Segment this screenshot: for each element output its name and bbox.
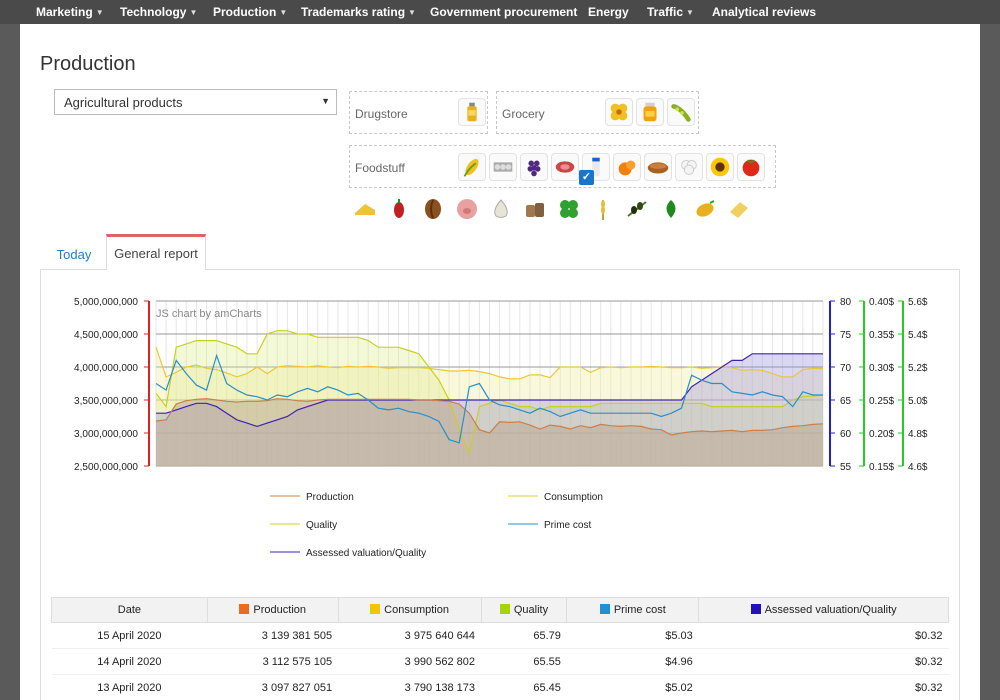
header-consumption[interactable]: Consumption [337,597,482,623]
table-row: 14 April 2020 3 112 575 105 3 990 562 80… [51,648,949,675]
cell-date: 14 April 2020 [51,648,208,675]
cell-production: 3 139 381 505 [207,622,339,649]
right-axis-prime-cost-tick-label: 5.0$ [908,396,928,407]
right-axis-assessed-tick-label: 0.35$ [869,330,894,341]
cell-assessed: $0.32 [698,648,949,675]
cell-prime-cost: $5.03 [566,622,699,649]
prime-cost-color-dot [599,604,610,614]
cell-quality: 65.45 [481,674,567,700]
right-axis-quality-tick-label: 80 [840,297,852,308]
chart-watermark: JS chart by amCharts [156,308,262,320]
legend-prime-cost[interactable]: Prime cost [544,520,591,531]
cell-quality: 65.79 [481,622,567,649]
quality-color-dot [499,604,510,614]
cell-consumption: 3 990 562 802 [338,648,481,675]
cell-date: 15 April 2020 [51,622,208,649]
header-date[interactable]: Date [51,597,208,623]
cell-quality: 65.55 [481,648,567,675]
assessed-color-dot [750,604,761,614]
right-axis-assessed-tick-label: 0.20$ [869,429,894,440]
right-axis-prime-cost-tick-label: 5.4$ [908,330,928,341]
left-axis-tick-label: 2,500,000,000 [74,462,138,473]
right-axis-quality-tick-label: 60 [840,429,852,440]
header-prime-cost[interactable]: Prime cost [566,597,700,623]
right-axis-assessed-tick-label: 0.15$ [869,462,894,473]
cell-production: 3 097 827 051 [207,674,339,700]
header-production[interactable]: Production [206,597,339,623]
cell-assessed: $0.32 [698,622,949,649]
table-header-row: Date Production Consumption Quality Prim… [51,597,949,623]
consumption-color-dot [370,604,381,614]
right-axis-prime-cost-tick-label: 4.8$ [908,429,928,440]
cell-prime-cost: $4.96 [566,648,699,675]
tab-general-report[interactable]: General report [106,234,206,270]
left-axis-tick-label: 3,000,000,000 [74,429,138,440]
legend-assessed[interactable]: Assessed valuation/Quality [306,548,426,559]
legend-quality[interactable]: Quality [306,520,337,531]
right-axis-quality-tick-label: 70 [840,363,852,374]
legend-consumption[interactable]: Consumption [544,492,603,503]
cell-consumption: 3 790 138 173 [338,674,481,700]
right-axis-quality-tick-label: 75 [840,330,852,341]
production-chart: 5,000,000,000 4,500,000,000 4,000,000,000 3… [74,297,928,559]
production-color-dot [239,604,250,614]
header-assessed[interactable]: Assessed valuation/Quality [698,597,949,623]
right-axis-assessed-tick-label: 0.40$ [869,297,894,308]
left-axis-tick-label: 3,500,000,000 [74,396,138,407]
cell-date: 13 April 2020 [51,674,208,700]
left-axis-tick-label: 5,000,000,000 [74,297,138,308]
right-axis-assessed-tick-label: 0.30$ [869,363,894,374]
left-axis-tick-label: 4,000,000,000 [74,363,138,374]
right-axis-prime-cost-tick-label: 5.2$ [908,363,928,374]
left-axis-tick-label: 4,500,000,000 [74,330,138,341]
right-axis-prime-cost-tick-label: 4.6$ [908,462,928,473]
legend-production[interactable]: Production [306,492,354,503]
right-axis-prime-cost-tick-label: 5.6$ [908,297,928,308]
cell-consumption: 3 975 640 644 [338,622,481,649]
data-table: Date Production Consumption Quality Prim… [51,597,949,700]
cell-production: 3 112 575 105 [207,648,339,675]
right-axis-quality-tick-label: 65 [840,396,852,407]
table-row: 15 April 2020 3 139 381 505 3 975 640 64… [51,622,949,649]
cell-prime-cost: $5.02 [566,674,699,700]
chart-legend: Production Consumption Quality Prime cos… [270,492,603,559]
right-axis-quality-tick-label: 55 [840,462,852,473]
right-axis-assessed-tick-label: 0.25$ [869,396,894,407]
header-quality[interactable]: Quality [480,597,568,623]
cell-assessed: $0.32 [698,674,949,700]
table-row: 13 April 2020 3 097 827 051 3 790 138 17… [51,674,949,700]
